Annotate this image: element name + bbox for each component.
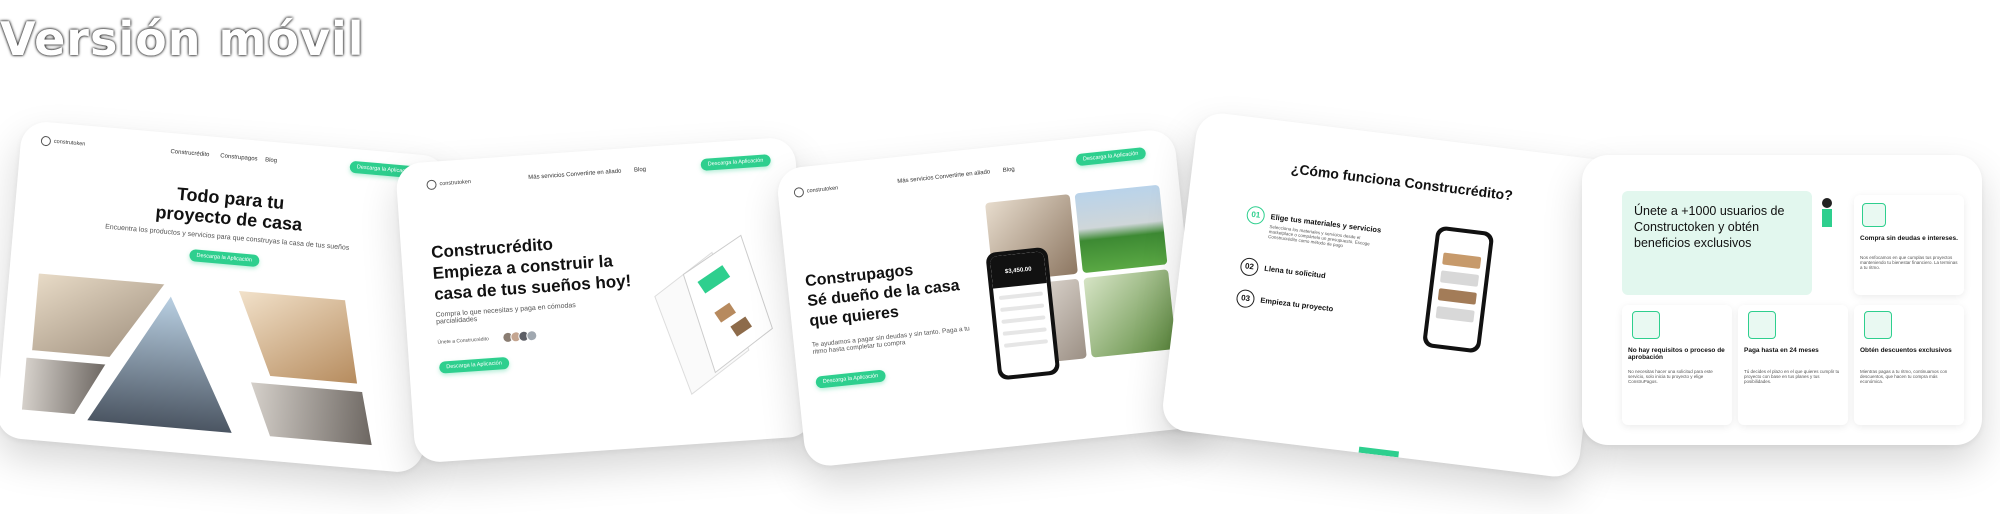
feature-desc: No necesitas hacer una solicitud para es… [1628, 369, 1713, 384]
feature-title: No hay requisitos o proceso de aprobació… [1628, 347, 1725, 361]
logo-icon [793, 186, 805, 198]
phone-iso-svg [654, 234, 773, 395]
avatar-group [501, 329, 538, 344]
phone-row [1003, 339, 1049, 348]
logo-icon [40, 135, 52, 147]
hero-heading: Construpagos Sé dueño de la casa que qui… [804, 256, 962, 332]
phone-screen: $3,450.00 [989, 251, 1056, 377]
screen-card-home: construtoken Construcrédito Construpagos… [0, 119, 450, 475]
screen-card-como-funciona: ¿Cómo funciona Construcrédito? 01 Elige … [1160, 110, 1616, 480]
logo-text: construtoken [53, 138, 86, 148]
hero-download-button[interactable]: Descarga la Aplicación [438, 356, 510, 374]
hero-subtitle: Compra lo que necesitas y paga en cómoda… [435, 302, 577, 326]
screen-card-construpagos: construtoken Más servicios Convertirte e… [775, 127, 1205, 469]
benefits-banner-text: Únete a +1000 usuarios de Constructoken … [1634, 204, 1785, 250]
photo-house-lawn [1074, 184, 1168, 274]
feature-card-requisitos: No hay requisitos o proceso de aprobació… [1622, 305, 1732, 425]
hero-download-button[interactable]: Descarga la Aplicación [189, 249, 260, 268]
feature-desc: Tú decides el plazo en el que quieres cu… [1744, 369, 1840, 384]
accent-bar [1358, 446, 1400, 458]
phone-row [1437, 288, 1477, 305]
phone-row [1439, 270, 1480, 287]
phone-row [1000, 303, 1045, 312]
phone-mockup [1421, 225, 1495, 354]
feature-card-compra: Compra sin deudas e intereses. Nos enfoc… [1854, 195, 1964, 295]
nav-link-mas-servicios[interactable]: Más servicios [897, 175, 934, 185]
nav-link-blog[interactable]: Blog [1002, 167, 1015, 174]
feature-card-descuentos: Obtén descuentos exclusivos Mientras pag… [1854, 305, 1964, 425]
brand-logo[interactable]: construtoken [426, 177, 472, 191]
phone-row [998, 291, 1044, 301]
feature-card-plazo: Paga hasta en 24 meses Tú decides el pla… [1738, 305, 1848, 425]
logo-icon [426, 179, 437, 191]
brand-logo[interactable]: construtoken [793, 183, 839, 198]
step-label-2: Llena tu solicitud [1263, 263, 1327, 281]
nav-link-aliado[interactable]: Convertirte en aliado [935, 169, 991, 181]
nav-link-aliado[interactable]: Convertirte en aliado [566, 169, 622, 179]
calendar-icon [1748, 311, 1776, 339]
hero-photo-collage [14, 261, 418, 455]
nav-link-blog[interactable]: Blog [634, 167, 646, 174]
section-title: Versión móvil [0, 12, 365, 66]
feature-title: Compra sin deudas e intereses. [1860, 235, 1958, 242]
nav-link-construpagos[interactable]: Construpagos [220, 153, 258, 162]
download-app-button[interactable]: Descarga la Aplicación [700, 154, 771, 171]
step-label-3: Empieza tu proyecto [1259, 295, 1334, 314]
discount-icon [1864, 311, 1892, 339]
person-clipboard-icon [1632, 311, 1660, 339]
brand-logo[interactable]: construtoken [40, 135, 86, 150]
join-text: Únete a Construcrédito [437, 336, 490, 346]
illustration-person [1812, 195, 1842, 235]
hero-subtitle: Te ayudamos a pagar sin deudas y sin tan… [811, 325, 971, 356]
phone-row [1435, 306, 1475, 323]
feature-title: Obtén descuentos exclusivos [1860, 347, 1952, 354]
collage-svg [18, 270, 376, 449]
phone-row [1442, 252, 1482, 270]
photo-plant [1083, 269, 1177, 358]
logo-text: construtoken [806, 185, 839, 195]
phone-mockup: $3,450.00 [985, 246, 1061, 381]
screen-card-construcredito: construtoken Más servicios Convertirte e… [395, 136, 815, 464]
step-number-2: 02 [1239, 256, 1260, 277]
nav-link-mas-servicios[interactable]: Más servicios [528, 173, 565, 182]
feature-desc: Mientras pagas a tu ritmo, continuamos c… [1860, 369, 1948, 384]
logo-text: construtoken [439, 179, 472, 188]
photo-hallway [234, 287, 361, 387]
step-number-1: 01 [1245, 205, 1266, 226]
nav-link-construcredito[interactable]: Construcrédito [170, 149, 209, 158]
cart-icon [1862, 203, 1886, 227]
hero-download-button[interactable]: Descarga la Aplicación [815, 369, 886, 389]
download-app-button[interactable]: Descarga la Aplicación [1075, 147, 1146, 167]
feature-title: Paga hasta en 24 meses [1744, 347, 1819, 354]
phone-row [1001, 315, 1046, 324]
phone-screen [1426, 229, 1490, 350]
nav-link-blog[interactable]: Blog [265, 157, 277, 164]
photo-bedroom [246, 378, 376, 449]
avatar [525, 329, 538, 342]
person-icon [1822, 198, 1832, 227]
screen-card-beneficios: Únete a +1000 usuarios de Constructoken … [1582, 155, 1982, 445]
hero-heading: Construcrédito Empieza a construir la ca… [431, 228, 632, 305]
phone-row [1002, 327, 1047, 336]
feature-desc: Nos enfocamos en que cumplas tus proyect… [1860, 255, 1958, 270]
step-number-3: 03 [1235, 288, 1256, 309]
phone-mockup-isometric [629, 208, 783, 417]
